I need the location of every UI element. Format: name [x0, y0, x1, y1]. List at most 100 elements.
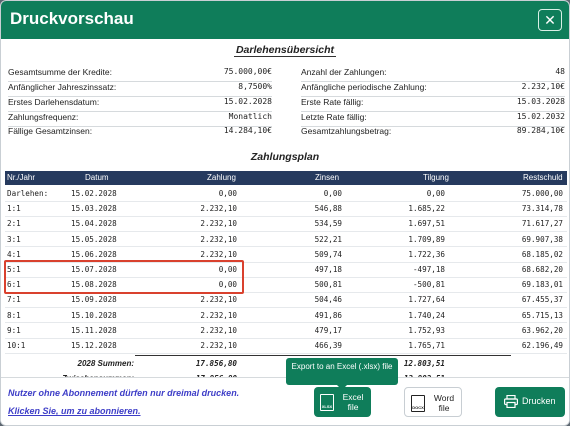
table-cell: 2.232,10 — [200, 234, 237, 244]
table-cell: 15.03.2028 — [71, 204, 117, 214]
table-row: Darlehen: 15.02.2028 0,00 0,00 0,00 75.000,00 — [5, 186, 567, 201]
table-cell: 1.722,36 — [408, 249, 445, 259]
column-header: Nr./Jahr — [7, 173, 36, 182]
overview-value: 89.284,10€ — [516, 126, 565, 135]
print-preview-dialog: Druckvorschau ✕ Darlehensübersicht Gesam… — [0, 0, 570, 426]
table-cell: 63.962,20 — [521, 325, 563, 335]
table-cell: 509,74 — [314, 249, 342, 259]
excel-export-button[interactable]: XLSX Excel file — [314, 387, 371, 417]
table-row: 2:1 15.04.2028 2.232,10 534,59 1.697,51 71.61… — [5, 216, 567, 231]
table-cell: 2.232,10 — [200, 204, 237, 214]
subscription-note: Nutzer ohne Abonnement dürfen nur dreima… — [8, 388, 240, 398]
table-cell: 3:1 — [7, 234, 21, 244]
table-cell: 1.685,22 — [408, 204, 445, 214]
overview-row: Anfängliche periodische Zahlung: 2.232,10… — [301, 82, 565, 96]
summary-cell: 2028 Summen: — [77, 359, 134, 369]
overview-row: Gesamtsumme der Kredite: 75.000,00€ — [8, 67, 272, 81]
tooltip-text: Export to an Excel (.xlsx) file — [291, 362, 393, 371]
column-header: Datum — [85, 173, 109, 182]
table-header: Nr./Jahr Datum Zahlung Zinsen Tilgung Re… — [5, 171, 567, 185]
overview-value: 14.284,10€ — [223, 126, 272, 135]
table-cell: 7:1 — [7, 295, 21, 305]
file-type-label: DOCX — [412, 405, 424, 410]
table-cell: 1.752,93 — [408, 325, 445, 335]
dialog-header: Druckvorschau ✕ — [1, 1, 569, 39]
tooltip-arrow — [337, 385, 347, 390]
summary-cell: 12.803,51 — [403, 359, 445, 369]
table-cell: 522,21 — [314, 234, 342, 244]
table-cell: 15.05.2028 — [71, 234, 117, 244]
table-cell: 2.232,10 — [200, 310, 237, 320]
table-cell: 546,88 — [314, 204, 342, 214]
overview-title: Darlehensübersicht — [1, 44, 569, 57]
word-button-label: Word file — [433, 393, 455, 413]
table-cell: 504,46 — [314, 295, 342, 305]
close-button[interactable]: ✕ — [538, 9, 562, 31]
overview-row: Zahlungsfrequenz: Monatlich — [8, 112, 272, 126]
table-cell: 4:1 — [7, 249, 21, 259]
table-cell: 2.232,10 — [200, 249, 237, 259]
table-cell: 71.617,27 — [521, 219, 563, 229]
table-row: 1:1 15.03.2028 2.232,10 546,88 1.685,22 73.31… — [5, 201, 567, 216]
table-cell: 15.12.2028 — [71, 341, 117, 350]
table-cell: 2.232,10 — [200, 341, 237, 350]
overview-value: 8,7500% — [238, 82, 272, 91]
table-cell: 69.907,38 — [521, 234, 563, 244]
table-cell: 2.232,10 — [200, 295, 237, 305]
table-cell: 1.740,24 — [408, 310, 445, 320]
table-cell: 73.314,78 — [521, 204, 563, 214]
table-cell: -500,81 — [412, 280, 445, 290]
table-cell: 9:1 — [7, 325, 21, 335]
table-cell: 67.455,37 — [521, 295, 563, 305]
table-cell: 500,81 — [314, 280, 342, 290]
overview-label: Zahlungsfrequenz: — [8, 112, 79, 122]
overview-label: Anzahl der Zahlungen: — [301, 67, 387, 77]
table-cell: 15.06.2028 — [71, 249, 117, 259]
table-cell: 0,00 — [323, 189, 342, 198]
table-cell: 8:1 — [7, 310, 21, 320]
overview-row: Anfänglicher Jahreszinssatz: 8,7500% — [8, 82, 272, 96]
table-cell: 68.682,20 — [521, 265, 563, 274]
table-cell: 1.697,51 — [408, 219, 445, 229]
schedule-title: Zahlungsplan — [1, 151, 569, 163]
overview-value: 15.02.2032 — [516, 112, 565, 121]
print-button[interactable]: Drucken — [495, 387, 565, 417]
table-cell: 68.185,02 — [521, 249, 563, 259]
overview-label: Erste Rate fällig: — [301, 97, 364, 107]
table-cell: 15.11.2028 — [71, 325, 117, 335]
dialog-title: Druckvorschau — [10, 9, 134, 28]
table-cell: 1.765,71 — [408, 341, 445, 350]
overview-row: Erstes Darlehensdatum: 15.02.2028 — [8, 97, 272, 111]
table-cell: 10:1 — [7, 341, 26, 350]
table-cell: Darlehen: — [7, 189, 49, 198]
table-cell: 2:1 — [7, 219, 21, 229]
table-cell: 69.183,01 — [521, 280, 563, 290]
column-header: Restschuld — [523, 173, 563, 182]
summary-cell: 17.856,80 — [195, 359, 237, 369]
table-cell: -497,18 — [412, 265, 445, 274]
word-export-button[interactable]: DOCX Word file — [404, 387, 462, 417]
overview-value: 48 — [555, 67, 565, 76]
table-row: 3:1 15.05.2028 2.232,10 522,21 1.709,89 69.90… — [5, 232, 567, 247]
overview-label: Erstes Darlehensdatum: — [8, 97, 100, 107]
table-row: 7:1 15.09.2028 2.232,10 504,46 1.727,64 67.45… — [5, 292, 567, 307]
table-cell: 62.196,49 — [521, 341, 563, 350]
row-divider — [5, 352, 567, 354]
word-file-icon: DOCX — [411, 395, 425, 412]
subscribe-link[interactable]: Klicken Sie, um zu abonnieren. — [8, 406, 141, 416]
table-cell: 15.04.2028 — [71, 219, 117, 229]
table-cell: 15.02.2028 — [71, 189, 117, 198]
overview-row: Erste Rate fällig: 15.03.2028 — [301, 97, 565, 111]
overview-value: 15.03.2028 — [516, 97, 565, 106]
dialog-footer: Nutzer ohne Abonnement dürfen nur dreima… — [1, 377, 569, 425]
table-cell: 497,18 — [314, 265, 342, 274]
excel-button-label: Excel file — [342, 392, 364, 412]
excel-file-icon: XLSX — [320, 394, 334, 411]
overview-row: Anzahl der Zahlungen: 48 — [301, 67, 565, 81]
close-icon: ✕ — [544, 12, 556, 28]
table-cell: 0,00 — [218, 189, 237, 198]
overview-label: Letzte Rate fällig: — [301, 112, 367, 122]
table-cell: 466,39 — [314, 341, 342, 350]
table-row: 8:1 15.10.2028 2.232,10 491,86 1.740,24 65.71… — [5, 308, 567, 323]
overview-label: Fällige Gesamtzinsen: — [8, 126, 93, 136]
